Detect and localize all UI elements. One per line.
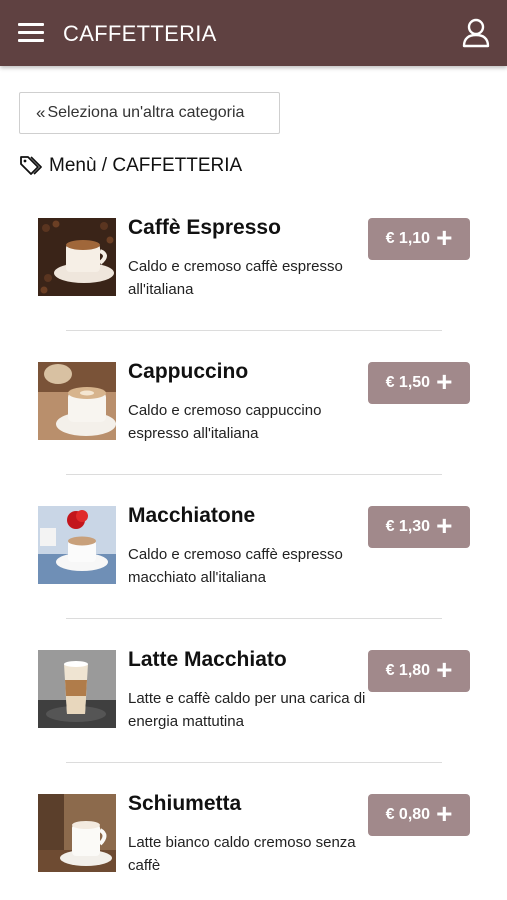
- item-price: € 1,80: [385, 662, 431, 679]
- plus-icon: +: [436, 510, 453, 541]
- add-to-cart-button[interactable]: € 1,50 +: [368, 362, 470, 404]
- breadcrumb: Menù / CAFFETTERIA: [19, 153, 242, 179]
- item-description: Caldo e cremoso cappuccino espresso all'…: [128, 402, 322, 442]
- plus-icon: +: [436, 798, 453, 829]
- item-price: € 1,10: [385, 230, 431, 247]
- change-category-label: Seleziona un'altra categoria: [47, 104, 245, 121]
- cappuccino-image: [38, 362, 116, 440]
- espresso-image: [38, 218, 116, 296]
- item-description: Latte bianco caldo cremoso senza caffè: [128, 834, 356, 874]
- plus-icon: +: [436, 366, 453, 397]
- divider: [66, 474, 442, 475]
- macchiatone-image: [38, 506, 116, 584]
- add-to-cart-button[interactable]: € 0,80 +: [368, 794, 470, 836]
- app-header: CAFFETTERIA: [0, 0, 507, 66]
- item-name: Caffè Espresso: [128, 216, 281, 239]
- breadcrumb-text: Menù / CAFFETTERIA: [49, 155, 243, 176]
- item-price: € 1,30: [385, 518, 431, 535]
- add-to-cart-button[interactable]: € 1,10 +: [368, 218, 470, 260]
- plus-icon: +: [436, 654, 453, 685]
- change-category-button[interactable]: « Seleziona un'altra categoria: [19, 92, 280, 134]
- latte-macchiato-image: [38, 650, 116, 728]
- item-name: Cappuccino: [128, 360, 249, 383]
- menu-item: Schiumetta Latte bianco caldo cremoso se…: [0, 775, 507, 900]
- hamburger-menu-icon[interactable]: [18, 22, 44, 44]
- item-description: Caldo e cremoso caffè espresso all'itali…: [128, 258, 343, 298]
- item-price: € 0,80: [385, 806, 431, 823]
- page-title: CAFFETTERIA: [63, 21, 217, 46]
- add-to-cart-button[interactable]: € 1,30 +: [368, 506, 470, 548]
- divider: [66, 618, 442, 619]
- divider: [66, 330, 442, 331]
- add-to-cart-button[interactable]: € 1,80 +: [368, 650, 470, 692]
- tag-icon: [20, 156, 42, 175]
- item-name: Macchiatone: [128, 504, 256, 527]
- menu-list: Caffè Espresso Caldo e cremoso caffè esp…: [0, 199, 507, 900]
- item-description: Latte e caffè caldo per una carica di en…: [128, 690, 366, 730]
- plus-icon: +: [436, 222, 453, 253]
- menu-item: Caffè Espresso Caldo e cremoso caffè esp…: [0, 199, 507, 343]
- menu-item: Cappuccino Caldo e cremoso cappuccino es…: [0, 343, 507, 487]
- item-name: Latte Macchiato: [128, 648, 287, 671]
- item-price: € 1,50: [385, 374, 431, 391]
- schiumetta-image: [38, 794, 116, 872]
- menu-item: Macchiatone Caldo e cremoso caffè espres…: [0, 487, 507, 631]
- menu-item: Latte Macchiato Latte e caffè caldo per …: [0, 631, 507, 775]
- item-description: Caldo e cremoso caffè espresso macchiato…: [128, 546, 343, 586]
- user-icon[interactable]: [462, 18, 490, 48]
- divider: [66, 762, 442, 763]
- item-name: Schiumetta: [128, 792, 242, 815]
- double-chevron-left-icon: «: [36, 103, 46, 122]
